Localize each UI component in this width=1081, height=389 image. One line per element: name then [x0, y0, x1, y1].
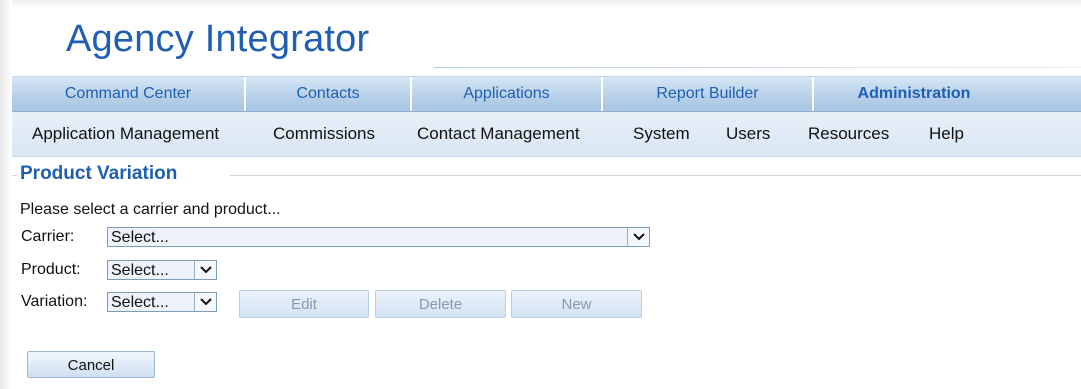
delete-button[interactable]: Delete: [375, 290, 506, 318]
tab-administration[interactable]: Administration: [814, 77, 1014, 111]
cancel-button[interactable]: Cancel: [27, 351, 155, 378]
section-title: Product Variation: [20, 163, 178, 184]
main-tab-bar: Command Center Contacts Applications Rep…: [12, 76, 1081, 112]
carrier-select[interactable]: Select...: [107, 227, 650, 247]
subnav-application-management[interactable]: Application Management: [32, 112, 219, 156]
tab-report-builder[interactable]: Report Builder: [603, 77, 814, 111]
variation-select[interactable]: Select...: [107, 292, 217, 312]
app-title: Agency Integrator: [66, 18, 370, 60]
subnav-help[interactable]: Help: [929, 112, 964, 156]
title-rule: [434, 67, 1081, 68]
window-left-shadow: [0, 0, 12, 389]
subnav-users[interactable]: Users: [726, 112, 770, 156]
tab-contacts[interactable]: Contacts: [246, 77, 412, 111]
subnav-commissions[interactable]: Commissions: [273, 112, 375, 156]
chevron-down-icon: [194, 293, 216, 311]
tab-command-center[interactable]: Command Center: [12, 77, 246, 111]
tab-applications[interactable]: Applications: [412, 77, 603, 111]
subnav-system[interactable]: System: [633, 112, 690, 156]
edit-button[interactable]: Edit: [239, 290, 369, 318]
window-top-shadow: [0, 0, 1081, 8]
instruction-text: Please select a carrier and product...: [20, 201, 281, 218]
chevron-down-icon: [194, 261, 216, 279]
variation-select-value: Select...: [111, 294, 169, 311]
new-button[interactable]: New: [511, 290, 642, 318]
admin-subnav: Application Management Commissions Conta…: [12, 112, 1081, 157]
carrier-label: Carrier:: [21, 228, 75, 245]
product-select[interactable]: Select...: [107, 260, 217, 280]
chevron-down-icon: [627, 228, 649, 246]
carrier-select-value: Select...: [111, 229, 169, 246]
product-label: Product:: [21, 261, 81, 278]
product-select-value: Select...: [111, 262, 169, 279]
section-rule: [230, 175, 1081, 176]
section-rule-left: [12, 175, 17, 176]
subnav-resources[interactable]: Resources: [808, 112, 889, 156]
subnav-contact-management[interactable]: Contact Management: [417, 112, 580, 156]
variation-label: Variation:: [21, 293, 88, 310]
